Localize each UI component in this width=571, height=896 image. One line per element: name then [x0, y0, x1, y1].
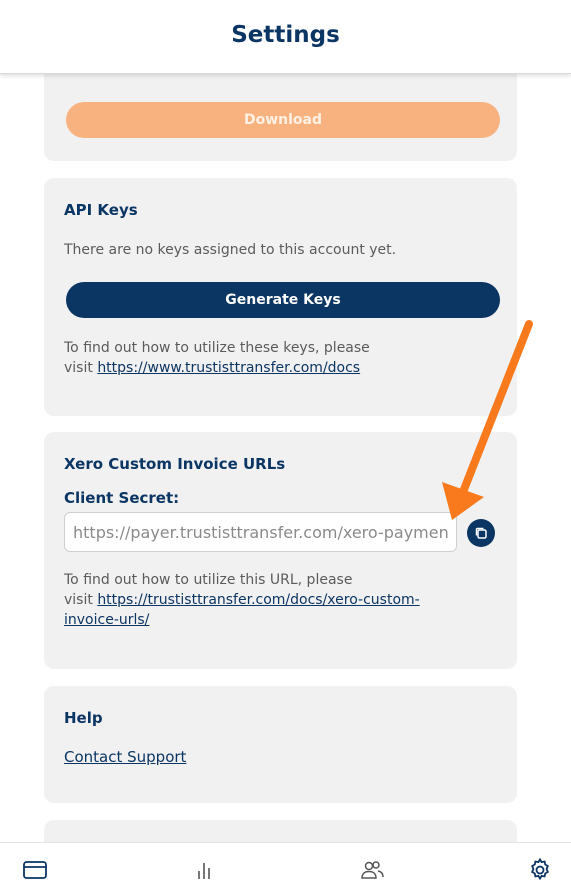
generate-keys-button[interactable]: Generate Keys	[66, 282, 500, 318]
api-keys-title: API Keys	[64, 201, 138, 219]
xero-docs-link[interactable]: https://trustisttransfer.com/docs/xero-c…	[97, 592, 419, 608]
copy-button[interactable]	[467, 519, 495, 547]
api-keys-empty-message: There are no keys assigned to this accou…	[64, 242, 397, 258]
api-keys-info-line: To find out how to utilize these keys, p…	[64, 340, 370, 356]
xero-info: To find out how to utilize this URL, ple…	[64, 570, 420, 630]
page-title: Settings	[231, 21, 340, 48]
nav-payments[interactable]	[22, 857, 48, 883]
bar-chart-icon	[198, 863, 210, 879]
visit-text: visit	[64, 360, 98, 376]
xero-docs-link-continued[interactable]: invoice-urls/	[64, 612, 149, 628]
xero-card: Xero Custom Invoice URLs Client Secret: …	[44, 432, 517, 669]
users-icon	[361, 861, 384, 879]
app-header: Settings	[0, 0, 571, 74]
xero-title: Xero Custom Invoice URLs	[64, 455, 286, 473]
api-keys-info: To find out how to utilize these keys, p…	[64, 338, 370, 378]
visit-text: visit	[64, 592, 98, 608]
api-keys-card: API Keys There are no keys assigned to t…	[44, 178, 517, 416]
download-card: Download	[44, 60, 517, 161]
api-keys-info-line: visit https://www.trustisttransfer.com/d…	[64, 358, 370, 378]
download-button[interactable]: Download	[66, 102, 500, 138]
help-card: Help Contact Support	[44, 686, 517, 803]
docs-link[interactable]: https://www.trustisttransfer.com/docs	[97, 360, 360, 376]
client-secret-input[interactable]	[64, 512, 457, 552]
xero-info-line: invoice-urls/	[64, 610, 420, 630]
nav-users[interactable]	[359, 857, 385, 883]
copy-icon	[475, 527, 487, 539]
nav-settings[interactable]	[527, 857, 553, 883]
help-title: Help	[64, 709, 103, 727]
contact-support-link[interactable]: Contact Support	[64, 747, 186, 767]
xero-info-line: To find out how to utilize this URL, ple…	[64, 572, 353, 588]
client-secret-label: Client Secret:	[64, 489, 180, 507]
xero-info-line: visit https://trustisttransfer.com/docs/…	[64, 590, 420, 610]
card-icon	[23, 861, 47, 879]
gear-icon	[531, 857, 549, 881]
nav-reports[interactable]	[191, 857, 217, 883]
bottom-nav	[0, 842, 571, 896]
